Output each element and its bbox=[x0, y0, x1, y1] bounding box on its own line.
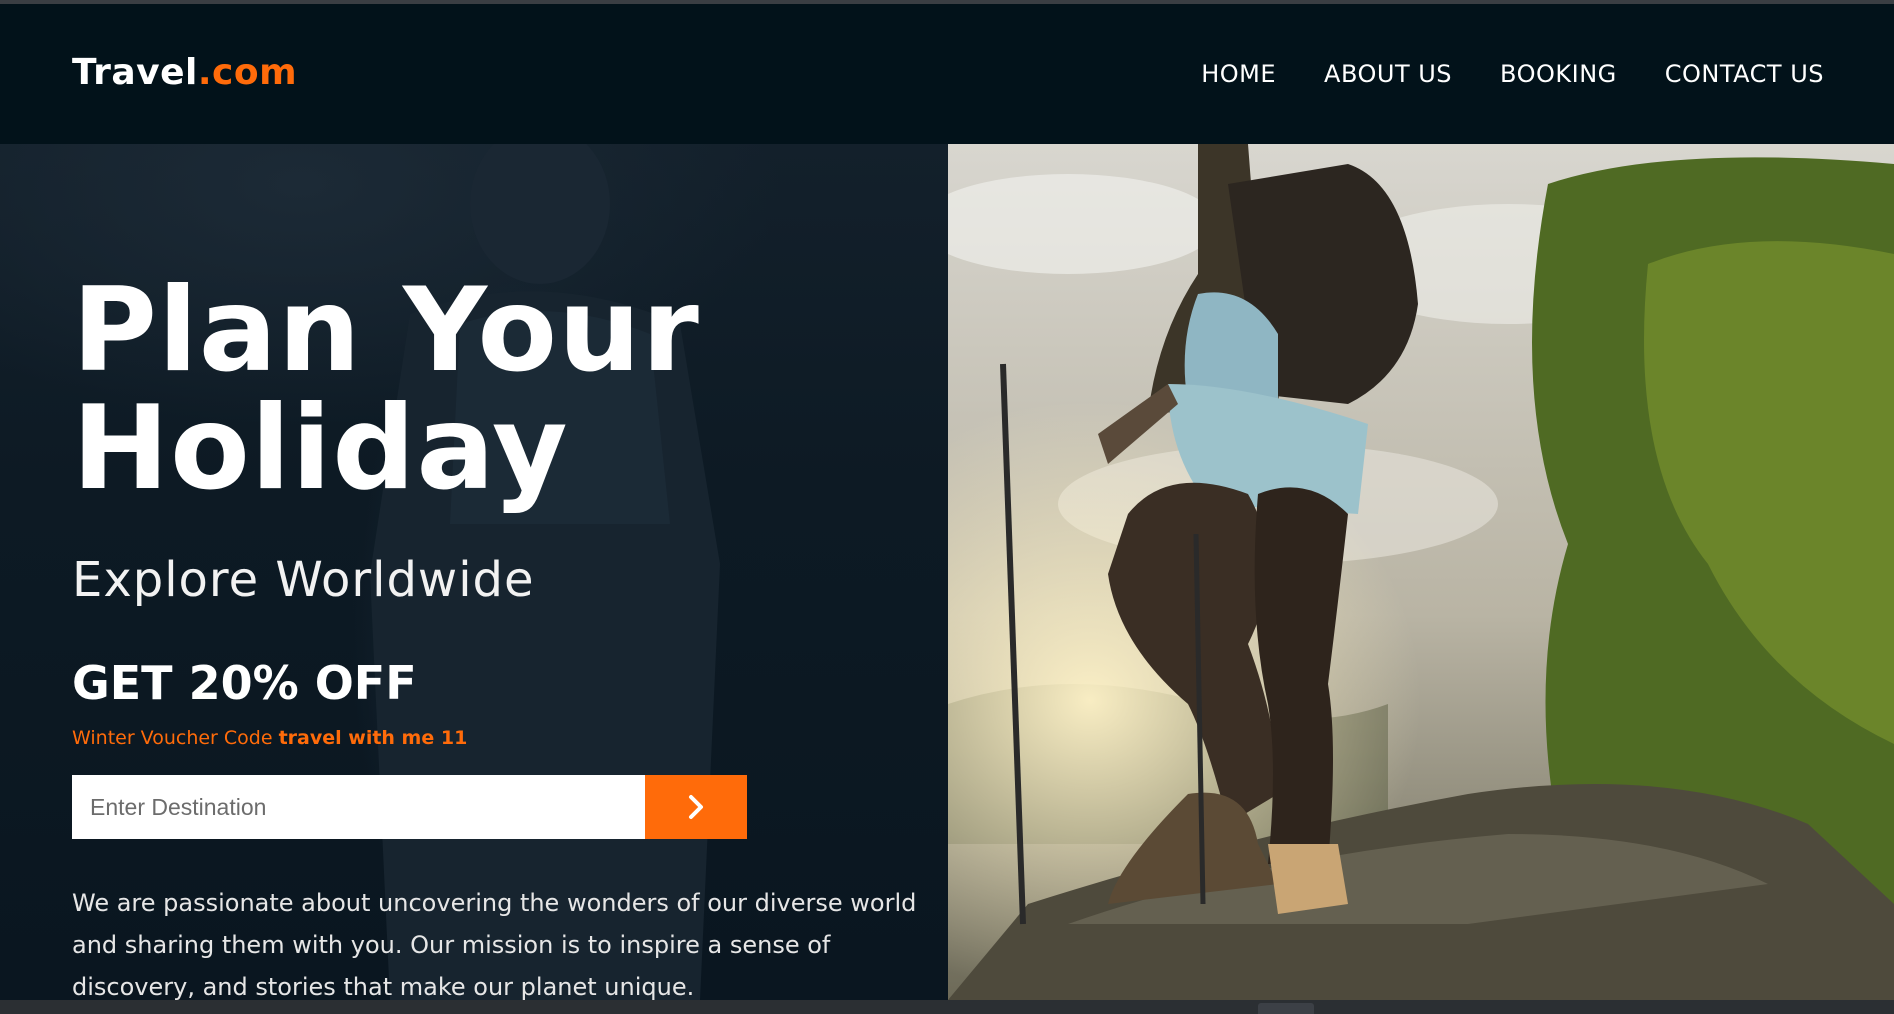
chevron-right-icon bbox=[689, 795, 703, 819]
voucher-label: Winter Voucher Code bbox=[72, 727, 279, 749]
hero-title-line-1: Plan Your bbox=[72, 263, 700, 398]
voucher-code: travel with me 11 bbox=[278, 727, 468, 749]
offer-heading: GET 20% OFF bbox=[72, 656, 417, 710]
hiker-photo-image bbox=[948, 144, 1894, 1000]
hero-title: Plan Your Holiday bbox=[72, 272, 700, 508]
nav-contact-us[interactable]: CONTACT US bbox=[1665, 60, 1824, 88]
window-tab bbox=[1258, 1003, 1314, 1014]
navbar: Travel.com HOME ABOUT US BOOKING CONTACT… bbox=[0, 4, 1894, 144]
logo[interactable]: Travel.com bbox=[72, 52, 297, 93]
destination-input[interactable] bbox=[72, 775, 645, 839]
hero-photo bbox=[948, 144, 1894, 1000]
main-nav: HOME ABOUT US BOOKING CONTACT US bbox=[1201, 60, 1824, 88]
hero-title-line-2: Holiday bbox=[72, 381, 569, 516]
logo-main: Travel bbox=[72, 52, 198, 93]
hero-description: We are passionate about uncovering the w… bbox=[72, 889, 917, 1000]
nav-booking[interactable]: BOOKING bbox=[1500, 60, 1617, 88]
page: Travel.com HOME ABOUT US BOOKING CONTACT… bbox=[0, 4, 1894, 1000]
search-submit-button[interactable] bbox=[645, 775, 747, 839]
destination-search bbox=[72, 775, 747, 839]
hero-subtitle: Explore Worldwide bbox=[72, 552, 535, 608]
logo-accent: .com bbox=[197, 52, 298, 93]
hero-left-panel: Plan Your Holiday Explore Worldwide GET … bbox=[0, 144, 948, 1000]
nav-about-us[interactable]: ABOUT US bbox=[1324, 60, 1452, 88]
nav-home[interactable]: HOME bbox=[1201, 60, 1276, 88]
voucher-text: Winter Voucher Code travel with me 11 bbox=[72, 727, 467, 749]
window-bottom-bar bbox=[0, 1000, 1894, 1014]
